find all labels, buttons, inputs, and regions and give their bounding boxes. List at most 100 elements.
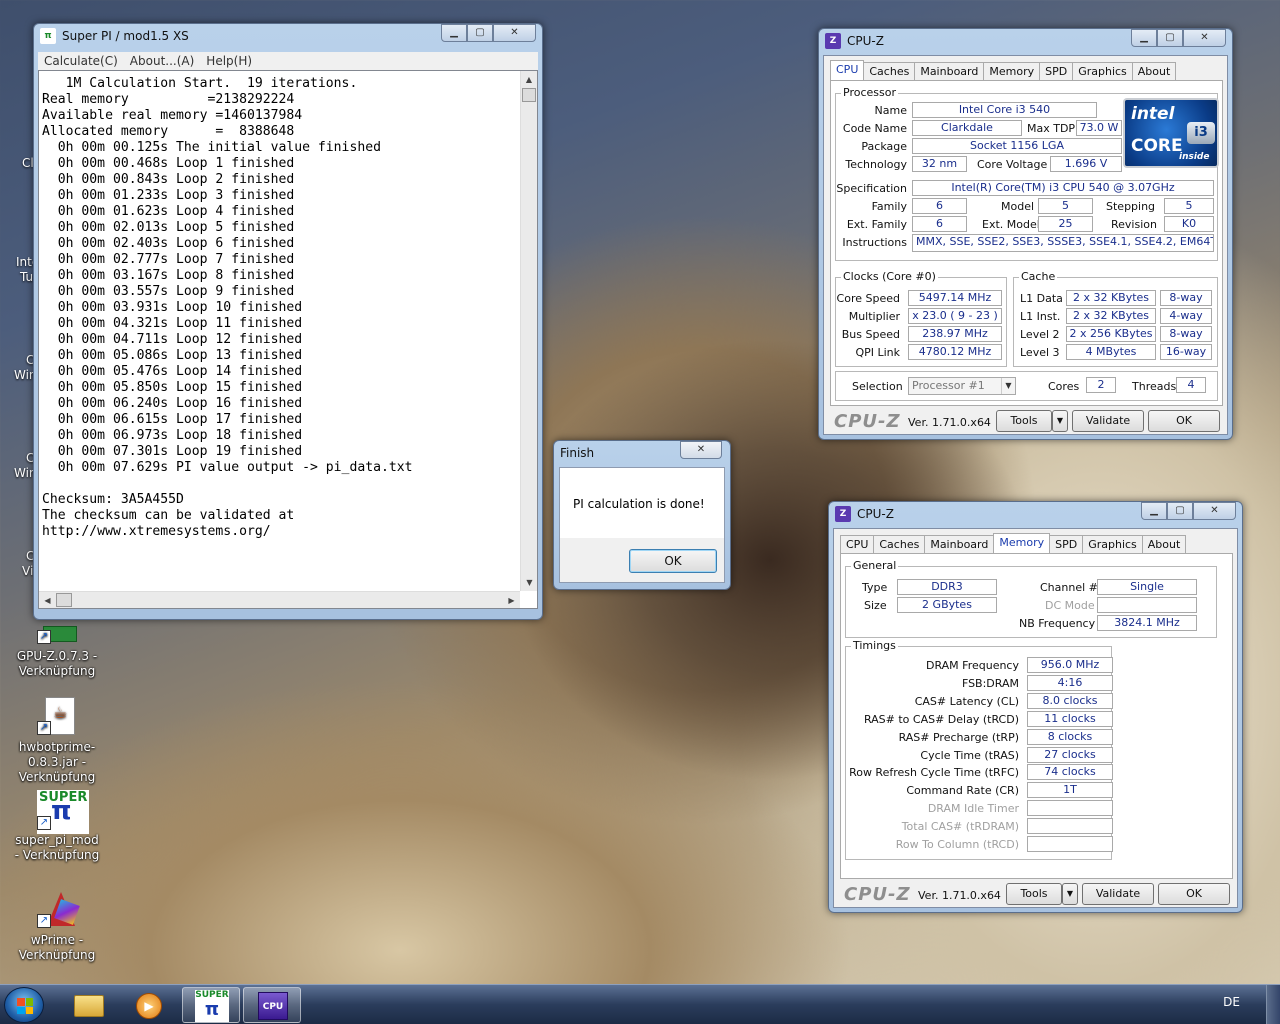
tab-mainboard[interactable]: Mainboard	[914, 62, 985, 80]
timing-value: 11 clocks	[1027, 710, 1113, 727]
superpi-icon: SUPER π ↗	[37, 790, 89, 834]
scroll-up-icon[interactable]: ▲	[521, 71, 537, 88]
edge-label: Vi	[22, 564, 34, 578]
extmodel-label: Ext. Model	[982, 218, 1040, 231]
output-line: 0h 00m 06.240s Loop 16 finished	[42, 396, 303, 411]
selection-row: Selection Processor #1 ▼ Cores 2 Threads…	[835, 371, 1218, 401]
tab-mainboard[interactable]: Mainboard	[924, 535, 995, 553]
taskbar-superpi[interactable]: SUPER π	[182, 987, 240, 1023]
taskbar: ▶ SUPER π CPU DE	[0, 984, 1280, 1024]
menu-calculate[interactable]: Calculate(C)	[44, 52, 118, 70]
start-button[interactable]	[4, 987, 44, 1023]
output-line: 0h 00m 06.973s Loop 18 finished	[42, 428, 303, 443]
timing-value: 956.0 MHz	[1027, 657, 1113, 673]
desktop-icon-superpi[interactable]: SUPER π ↗ super_pi_mod - Verknüpfung	[12, 790, 102, 863]
show-desktop-button[interactable]	[1266, 985, 1280, 1024]
dialog-titlebar[interactable]: Finish ✕	[554, 441, 730, 465]
tab-memory[interactable]: Memory	[983, 62, 1041, 80]
taskbar-cpuz[interactable]: CPU	[243, 987, 301, 1023]
scroll-down-icon[interactable]: ▼	[521, 574, 537, 591]
window-controls: ▁ ▢ ✕	[441, 24, 536, 42]
corevoltage: 1.696 V	[1050, 156, 1122, 172]
extfamily-label: Ext. Family	[846, 218, 907, 231]
tab-caches[interactable]: Caches	[873, 535, 926, 553]
scroll-right-icon[interactable]: ▶	[503, 592, 520, 608]
java-jar-icon: ☕ ↗	[37, 697, 77, 737]
tab-about[interactable]: About	[1141, 535, 1187, 553]
group-label: Cache	[1019, 270, 1058, 283]
ok-button[interactable]: OK	[629, 549, 717, 573]
technology: 32 nm	[912, 156, 967, 172]
tab-spd[interactable]: SPD	[1039, 62, 1074, 80]
tab-cpu[interactable]: CPU	[830, 60, 865, 80]
menu-bar: Calculate(C) About...(A) Help(H)	[38, 52, 538, 70]
tab-graphics[interactable]: Graphics	[1082, 535, 1143, 553]
model-label: Model	[1001, 200, 1035, 213]
close-button[interactable]: ✕	[493, 24, 536, 42]
maximize-button[interactable]: ▢	[1157, 29, 1183, 47]
desktop-icon-wprime[interactable]: ↗ wPrime - Verknüpfung	[12, 890, 102, 963]
validate-button[interactable]: Validate	[1072, 410, 1144, 432]
language-indicator[interactable]: DE	[1223, 995, 1240, 1009]
edge-label: Tu	[20, 270, 34, 284]
timing-label: Total CAS# (tRDRAM)	[901, 820, 1019, 834]
close-button[interactable]: ✕	[1183, 29, 1226, 47]
processor-select[interactable]: Processor #1 ▼	[908, 377, 1016, 395]
maximize-button[interactable]: ▢	[467, 24, 493, 42]
tools-button[interactable]: Tools	[1006, 883, 1062, 905]
tab-graphics[interactable]: Graphics	[1072, 62, 1133, 80]
output-line: 0h 00m 00.468s Loop 1 finished	[42, 156, 295, 171]
scroll-left-icon[interactable]: ◀	[39, 592, 56, 608]
tab-spd[interactable]: SPD	[1049, 535, 1084, 553]
output-line: 0h 00m 06.615s Loop 17 finished	[42, 412, 303, 427]
close-button[interactable]: ✕	[1193, 502, 1236, 520]
desktop-icon-label: wPrime - Verknüpfung	[18, 933, 96, 962]
validate-button[interactable]: Validate	[1082, 883, 1154, 905]
taskbar-explorer[interactable]	[60, 987, 118, 1023]
close-button[interactable]: ✕	[680, 441, 722, 459]
tools-button[interactable]: Tools	[996, 410, 1052, 432]
cpuz-icon: Z	[835, 506, 851, 522]
scroll-thumb[interactable]	[56, 593, 72, 607]
tools-dropdown-icon[interactable]: ▼	[1062, 883, 1078, 905]
media-player-icon: ▶	[136, 993, 162, 1019]
tools-dropdown-icon[interactable]: ▼	[1052, 410, 1068, 432]
cpuz-titlebar[interactable]: Z CPU-Z ▁ ▢ ✕	[829, 502, 1242, 526]
revision: K0	[1164, 216, 1214, 232]
tab-memory[interactable]: Memory	[993, 533, 1051, 553]
name-label: Name	[874, 104, 907, 117]
desktop-icon-hwbotprime[interactable]: ☕ ↗ hwbotprime-0.8.3.jar - Verknüpfung	[12, 697, 102, 785]
ok-button[interactable]: OK	[1148, 410, 1220, 432]
tab-caches[interactable]: Caches	[863, 62, 916, 80]
dialog-body: PI calculation is done! OK	[559, 467, 725, 583]
window-title: Super PI / mod1.5 XS	[62, 29, 189, 43]
cpuz-logo: CPU-Z	[834, 411, 901, 432]
output-console[interactable]: 1M Calculation Start. 19 iterations. Real…	[38, 70, 538, 609]
maximize-button[interactable]: ▢	[1167, 502, 1193, 520]
type-label: Type	[862, 581, 888, 594]
cpuz-logo: CPU-Z	[844, 884, 911, 905]
timing-label: Cycle Time (tRAS)	[920, 748, 1019, 762]
l1-inst-way: 4-way	[1160, 308, 1212, 324]
menu-help[interactable]: Help(H)	[206, 52, 252, 70]
tab-about[interactable]: About	[1131, 62, 1177, 80]
timing-label: FSB:DRAM	[961, 676, 1019, 690]
cpuz-titlebar[interactable]: Z CPU-Z ▁ ▢ ✕	[819, 29, 1232, 53]
horizontal-scrollbar[interactable]: ◀ ▶	[39, 591, 520, 608]
minimize-button[interactable]: ▁	[1131, 29, 1157, 47]
superpi-titlebar[interactable]: π Super PI / mod1.5 XS ▁ ▢ ✕	[34, 24, 542, 48]
minimize-button[interactable]: ▁	[1141, 502, 1167, 520]
output-line: 0h 00m 03.167s Loop 8 finished	[42, 268, 295, 283]
taskbar-media-player[interactable]: ▶	[120, 987, 178, 1023]
scroll-thumb[interactable]	[522, 88, 536, 102]
minimize-button[interactable]: ▁	[441, 24, 467, 42]
ok-button[interactable]: OK	[1158, 883, 1230, 905]
output-line: The checksum can be validated at	[42, 508, 295, 523]
vertical-scrollbar[interactable]: ▲ ▼	[520, 71, 537, 591]
timing-label: Command Rate (CR)	[906, 784, 1019, 798]
tab-cpu[interactable]: CPU	[840, 535, 875, 553]
memory-panel: General Type DDR3 Channel # Single Size …	[840, 553, 1233, 879]
output-line: 0h 00m 00.843s Loop 2 finished	[42, 172, 295, 187]
menu-about[interactable]: About...(A)	[130, 52, 195, 70]
output-line: 0h 00m 02.777s Loop 7 finished	[42, 252, 295, 267]
